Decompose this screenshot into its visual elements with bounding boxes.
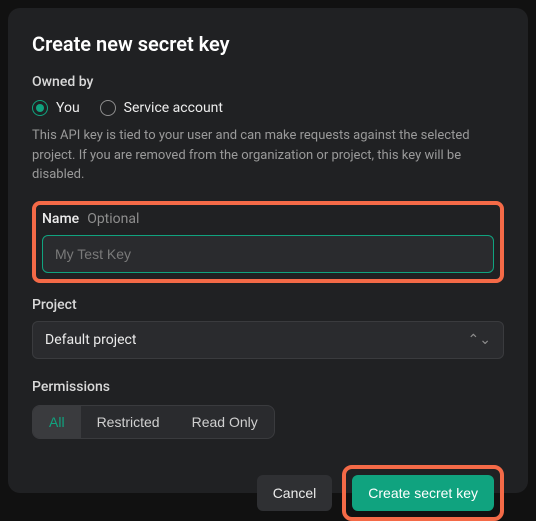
permissions-label: Permissions <box>32 379 504 395</box>
permission-option-restricted[interactable]: Restricted <box>81 406 176 438</box>
owned-by-radio-group: You Service account <box>32 100 504 116</box>
radio-label: You <box>56 100 80 116</box>
project-select[interactable]: Default project ⌃⌄ <box>32 321 504 359</box>
name-label-row: Name Optional <box>42 211 494 227</box>
name-input[interactable] <box>42 235 494 273</box>
chevron-up-down-icon: ⌃⌄ <box>468 333 491 347</box>
permission-option-readonly[interactable]: Read Only <box>176 406 274 438</box>
modal-title: Create new secret key <box>32 32 504 56</box>
project-selected-value: Default project <box>45 332 136 348</box>
permissions-segmented-control: All Restricted Read Only <box>32 405 275 439</box>
owned-by-option-service-account[interactable]: Service account <box>100 100 223 116</box>
modal-footer: Cancel Create secret key <box>32 465 504 521</box>
create-secret-key-modal: Create new secret key Owned by You Servi… <box>8 8 528 493</box>
name-optional-label: Optional <box>87 211 139 227</box>
submit-button-highlight: Create secret key <box>342 465 504 521</box>
radio-icon <box>100 100 116 116</box>
name-field-highlight: Name Optional <box>32 201 504 283</box>
cancel-button[interactable]: Cancel <box>257 475 333 511</box>
owned-by-help-text: This API key is tied to your user and ca… <box>32 126 504 185</box>
owned-by-option-you[interactable]: You <box>32 100 80 116</box>
radio-label: Service account <box>124 100 223 116</box>
name-label: Name <box>42 211 79 227</box>
radio-icon <box>32 100 48 116</box>
permission-option-all[interactable]: All <box>33 406 81 438</box>
project-label: Project <box>32 297 504 313</box>
create-secret-key-button[interactable]: Create secret key <box>352 475 494 511</box>
owned-by-label: Owned by <box>32 74 504 90</box>
